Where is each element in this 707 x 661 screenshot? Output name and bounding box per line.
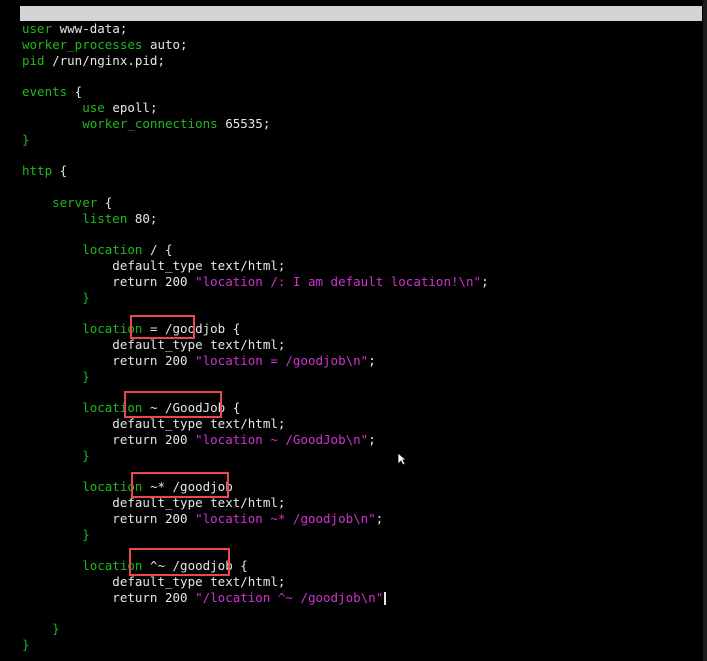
code-line[interactable]: worker_processes auto;: [22, 37, 702, 53]
code-string: "location /: I am default location!\n": [195, 273, 482, 289]
code-text: 65535;: [217, 115, 271, 131]
code-line[interactable]: }: [22, 621, 702, 637]
code-line[interactable]: [22, 305, 702, 321]
code-string: "location = /goodjob\n": [195, 352, 369, 368]
code-text: ;: [375, 510, 384, 526]
code-keyword: listen: [22, 210, 128, 226]
code-line[interactable]: listen 80;: [22, 211, 702, 227]
code-text: / {: [142, 242, 173, 258]
code-text: return 200: [22, 273, 196, 289]
code-keyword: }: [22, 131, 30, 147]
code-line[interactable]: http {: [22, 163, 702, 179]
code-text: return 200: [22, 431, 196, 447]
code-line[interactable]: [22, 463, 702, 479]
code-text: return 200: [22, 510, 196, 526]
code-text: return 200: [22, 589, 196, 605]
code-line[interactable]: }: [22, 448, 702, 464]
code-string: "location ~* /goodjob\n": [195, 510, 376, 526]
code-line[interactable]: }: [22, 637, 702, 653]
code-line[interactable]: [22, 605, 702, 621]
code-line[interactable]: location / {: [22, 242, 702, 258]
editor-window[interactable]: File Edit Options Buffers Tools Conf Help user…: [0, 0, 707, 661]
code-keyword: }: [22, 637, 30, 653]
code-text: {: [97, 194, 113, 210]
code-text: default_type text/html;: [22, 573, 286, 589]
code-text: return 200: [22, 352, 196, 368]
code-line[interactable]: location = /goodjob {: [22, 321, 702, 337]
code-text: default_type text/html;: [22, 336, 286, 352]
code-string: "location ~ /GoodJob\n": [195, 431, 369, 447]
code-line[interactable]: default_type text/html;: [22, 574, 702, 590]
highlight-box-prefix-match: [129, 548, 230, 576]
code-keyword: worker_processes: [22, 36, 143, 52]
code-line[interactable]: [22, 179, 702, 195]
code-keyword: location: [22, 321, 143, 337]
code-line[interactable]: return 200 "location ~ /GoodJob\n";: [22, 432, 702, 448]
code-line[interactable]: use epoll;: [22, 100, 702, 116]
code-keyword: }: [22, 447, 90, 463]
code-buffer[interactable]: user www-data; worker_processes auto; pid …: [22, 21, 702, 653]
highlight-box-regex-match: [124, 391, 222, 418]
window-edge: [703, 0, 707, 661]
code-keyword: worker_connections: [22, 115, 218, 131]
code-keyword: location: [22, 479, 143, 495]
code-line[interactable]: worker_connections 65535;: [22, 116, 702, 132]
code-line[interactable]: }: [22, 527, 702, 543]
code-text: 80;: [127, 210, 158, 226]
code-line[interactable]: pid /run/nginx.pid;: [22, 53, 702, 69]
code-line[interactable]: default_type text/html;: [22, 495, 702, 511]
code-line[interactable]: return 200 "/location ^~ /goodjob\n": [22, 590, 702, 606]
code-text: {: [67, 84, 83, 100]
code-line[interactable]: }: [22, 132, 702, 148]
code-keyword: http: [22, 163, 53, 179]
code-text: ;: [368, 352, 376, 368]
code-line[interactable]: [22, 147, 702, 163]
code-line[interactable]: }: [22, 369, 702, 385]
code-line[interactable]: default_type text/html;: [22, 416, 702, 432]
code-text: www-data;: [52, 21, 128, 36]
code-text: ;: [368, 431, 376, 447]
text-cursor: [384, 591, 387, 605]
code-text: default_type text/html;: [22, 415, 286, 431]
code-text: /run/nginx.pid;: [44, 52, 165, 68]
code-line[interactable]: server {: [22, 195, 702, 211]
code-line[interactable]: [22, 542, 702, 558]
mouse-cursor-icon: [397, 452, 407, 466]
code-line[interactable]: location ~* /goodjob: [22, 479, 702, 495]
code-text: auto;: [142, 36, 188, 52]
code-line[interactable]: user www-data;: [22, 21, 702, 37]
highlight-box-exact-match: [130, 315, 195, 339]
code-line[interactable]: return 200 "location ~* /goodjob\n";: [22, 511, 702, 527]
code-string: "/location ^~ /goodjob\n": [195, 589, 384, 605]
code-keyword: }: [22, 368, 90, 384]
code-keyword: pid: [22, 52, 45, 68]
code-line[interactable]: events {: [22, 84, 702, 100]
code-line[interactable]: }: [22, 290, 702, 306]
highlight-box-case-insensitive-match: [131, 472, 229, 498]
code-keyword: }: [22, 526, 90, 542]
code-text: ;: [481, 273, 489, 289]
code-keyword: }: [22, 621, 60, 637]
code-keyword: location: [22, 242, 143, 258]
code-keyword: server: [22, 194, 98, 210]
code-line[interactable]: default_type text/html;: [22, 337, 702, 353]
code-line[interactable]: default_type text/html;: [22, 258, 702, 274]
code-keyword: use: [22, 99, 105, 115]
code-keyword: location: [22, 558, 143, 574]
code-line[interactable]: [22, 68, 702, 84]
code-line[interactable]: return 200 "location = /goodjob\n";: [22, 353, 702, 369]
code-line[interactable]: [22, 226, 702, 242]
code-keyword: user: [22, 21, 53, 36]
code-text: default_type text/html;: [22, 257, 286, 273]
code-line[interactable]: return 200 "location /: I am default loc…: [22, 274, 702, 290]
code-keyword: }: [22, 289, 90, 305]
code-text: epoll;: [104, 99, 158, 115]
menu-bar: File Edit Options Buffers Tools Conf Help: [20, 6, 702, 36]
code-line[interactable]: location ^~ /goodjob {: [22, 558, 702, 574]
code-text: {: [52, 163, 68, 179]
code-keyword: events: [22, 84, 68, 100]
